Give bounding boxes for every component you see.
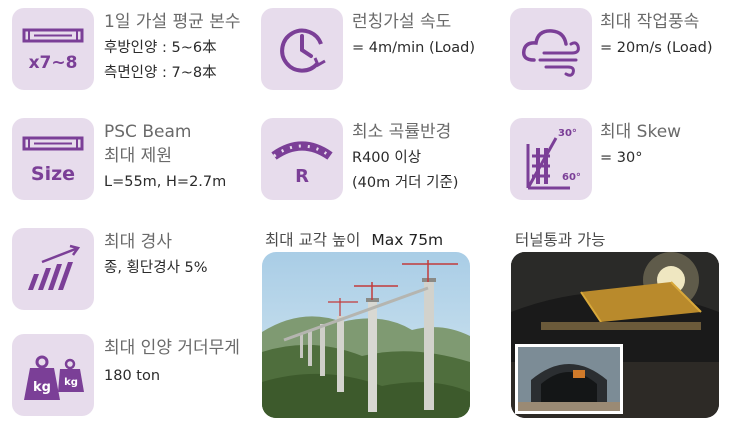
clock-tile [261, 8, 343, 90]
spec-title-max-dimension: 최대 제원 [104, 146, 172, 166]
spec-title-max-slope: 최대 경사 [104, 232, 172, 252]
bridge-caption-value: Max 75m [371, 231, 444, 249]
clock-icon [280, 28, 326, 73]
wind-cloud-icon [521, 29, 580, 77]
skew-tile: 30° 60° [510, 118, 592, 200]
spec-title-min-radius: 최소 곡률반경 [352, 122, 452, 142]
weight-icon-text-large: kg [33, 380, 51, 395]
weight-tile: kg kg [12, 334, 94, 416]
curve-radius-icon: R [271, 141, 333, 187]
spec-value-skew: = 30° [600, 150, 643, 166]
spec-title-psc-beam: PSC Beam [104, 122, 192, 142]
beam-size-icon: Size [22, 136, 84, 185]
spec-title-wind-speed: 최대 작업풍속 [600, 12, 700, 32]
beam-size-tile: Size [12, 118, 94, 200]
spec-value-weight: 180 ton [104, 368, 161, 384]
beam-count-icon: x7~8 [22, 28, 84, 73]
skew-angle-icon: 30° 60° [526, 128, 581, 190]
skew-icon-text-top: 30° [558, 128, 577, 139]
beam-count-icon-text: x7~8 [29, 53, 78, 73]
spec-value-wind-speed: = 20m/s (Load) [600, 40, 713, 56]
spec-value-radius-note: (40m 거더 기준) [352, 175, 459, 191]
weight-icon-text-small: kg [64, 377, 78, 388]
curve-tile: R [261, 118, 343, 200]
bridge-photo-caption: 최대 교각 높이 Max 75m [265, 228, 443, 250]
spec-value-beam-size: L=55m, H=2.7m [104, 174, 227, 190]
tunnel-photo [511, 252, 719, 418]
curve-radius-icon-text: R [295, 166, 309, 187]
spec-title-max-weight: 최대 인양 거더무게 [104, 338, 240, 358]
skew-icon-text-bottom: 60° [562, 172, 581, 183]
weight-icon: kg kg [24, 355, 84, 400]
spec-value-launch-speed: = 4m/min (Load) [352, 40, 476, 56]
spec-title-max-skew: 최대 Skew [600, 122, 682, 142]
beam-size-icon-text: Size [31, 163, 75, 185]
wind-tile [510, 8, 592, 90]
spec-value-slope: 종, 횡단경사 5% [104, 260, 208, 276]
bridge-caption-label: 최대 교각 높이 [265, 231, 361, 249]
spec-value-rear-lift: 후방인양 : 5~6本 [104, 40, 217, 56]
spec-value-radius: R400 이상 [352, 150, 422, 166]
tunnel-photo-caption: 터널통과 가능 [515, 231, 606, 249]
spec-title-launch-speed: 런칭가설 속도 [352, 12, 452, 32]
spec-title-daily-beams: 1일 가설 평균 본수 [104, 12, 241, 32]
beam-count-tile: x7~8 [12, 8, 94, 90]
bridge-photo [262, 252, 470, 418]
spec-value-side-lift: 측면인양 : 7~8本 [104, 65, 217, 81]
slope-tile [12, 228, 94, 310]
slope-icon [28, 244, 81, 290]
